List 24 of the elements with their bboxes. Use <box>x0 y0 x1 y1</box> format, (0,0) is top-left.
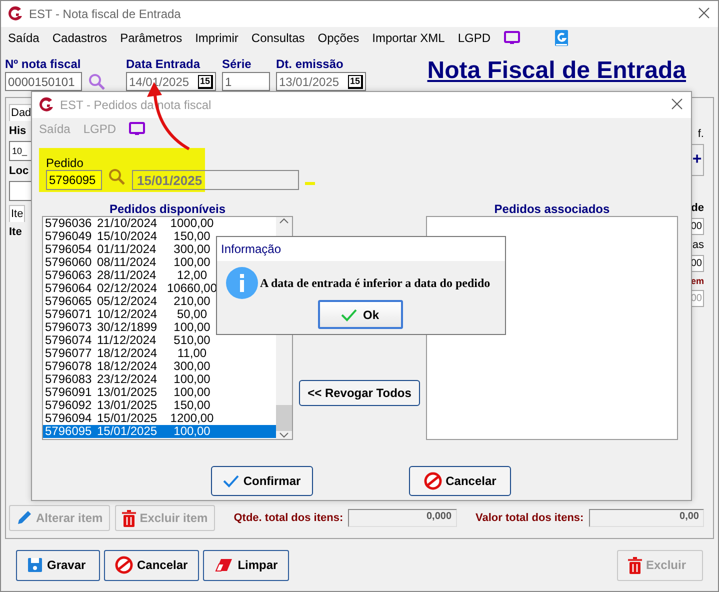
field-label: as <box>692 239 704 251</box>
total-field: 0,00 <box>588 509 704 527</box>
list-heading: Pedidos associados <box>493 202 611 216</box>
field-label: Pedido <box>46 156 84 170</box>
total-label: Qtde. total dos itens: <box>234 512 344 524</box>
field-label: Dt. emissão <box>276 57 344 71</box>
field-label: Data Entrada <box>126 57 202 71</box>
message-title: Informação <box>217 237 505 261</box>
field-label: Ite <box>9 226 23 238</box>
field-label: f. <box>698 128 704 140</box>
field-label: de <box>691 202 704 214</box>
page-heading: Nota Fiscal de Entrada <box>427 57 686 85</box>
total-label: Valor total dos itens: <box>476 512 584 524</box>
field-label: Loc <box>9 165 30 177</box>
field-label: His <box>9 125 28 137</box>
window-title: EST - Nota fiscal de Entrada <box>29 7 182 21</box>
total-field: 0,000 <box>348 509 457 527</box>
field-label: em <box>690 276 704 286</box>
field-label: Série <box>222 57 252 71</box>
field-label: Nº nota fiscal <box>5 57 82 71</box>
date-field: 15/01/2025 <box>132 170 299 190</box>
message-text: A data de entrada é inferior a data do pedido <box>260 276 490 290</box>
dialog-title: EST - Pedidos da nota fiscal <box>60 98 212 112</box>
list-heading: Pedidos disponíveis <box>108 202 227 216</box>
